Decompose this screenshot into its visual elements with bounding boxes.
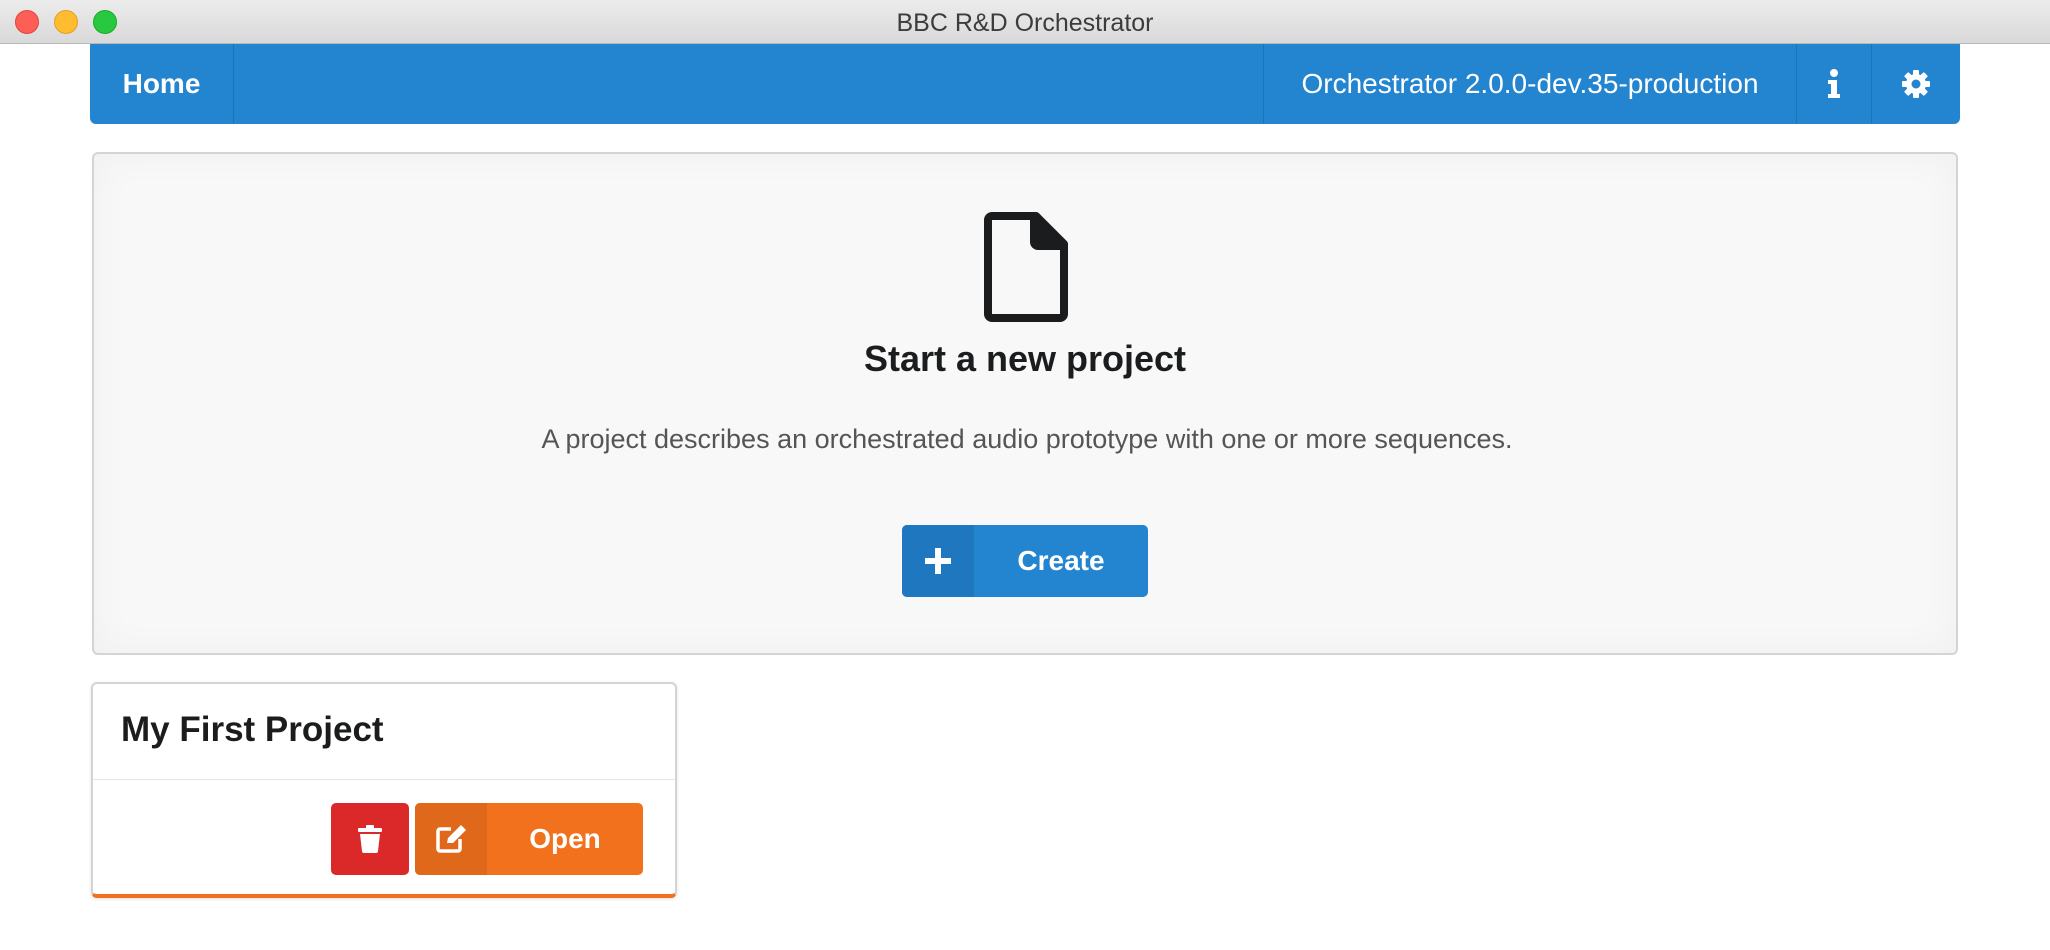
version-label: Orchestrator 2.0.0-dev.35-production xyxy=(1263,44,1796,124)
delete-project-button[interactable] xyxy=(331,803,409,875)
window-title-bar: BBC R&D Orchestrator xyxy=(0,0,2050,44)
project-name: My First Project xyxy=(121,710,384,749)
new-project-panel: Start a new project A project describes … xyxy=(92,152,1958,655)
project-card: My First Project Open xyxy=(91,682,677,898)
top-navbar: Home Orchestrator 2.0.0-dev.35-productio… xyxy=(90,44,1960,124)
gear-icon xyxy=(1902,70,1930,98)
nav-home-link[interactable]: Home xyxy=(90,44,234,124)
info-button[interactable] xyxy=(1796,44,1871,124)
file-icon xyxy=(984,212,1068,327)
info-icon xyxy=(1828,69,1840,98)
new-project-description: A project describes an orchestrated audi… xyxy=(541,424,1513,454)
settings-button[interactable] xyxy=(1871,44,1960,124)
card-divider xyxy=(93,779,675,780)
plus-icon xyxy=(902,525,974,597)
trash-icon xyxy=(358,825,382,853)
create-project-button[interactable]: Create xyxy=(902,525,1148,597)
edit-icon xyxy=(415,803,487,875)
create-button-label: Create xyxy=(1017,545,1105,576)
open-button-label: Open xyxy=(529,823,601,854)
window-title: BBC R&D Orchestrator xyxy=(896,9,1154,37)
new-project-title: Start a new project xyxy=(863,338,1187,379)
open-project-button[interactable]: Open xyxy=(415,803,643,875)
